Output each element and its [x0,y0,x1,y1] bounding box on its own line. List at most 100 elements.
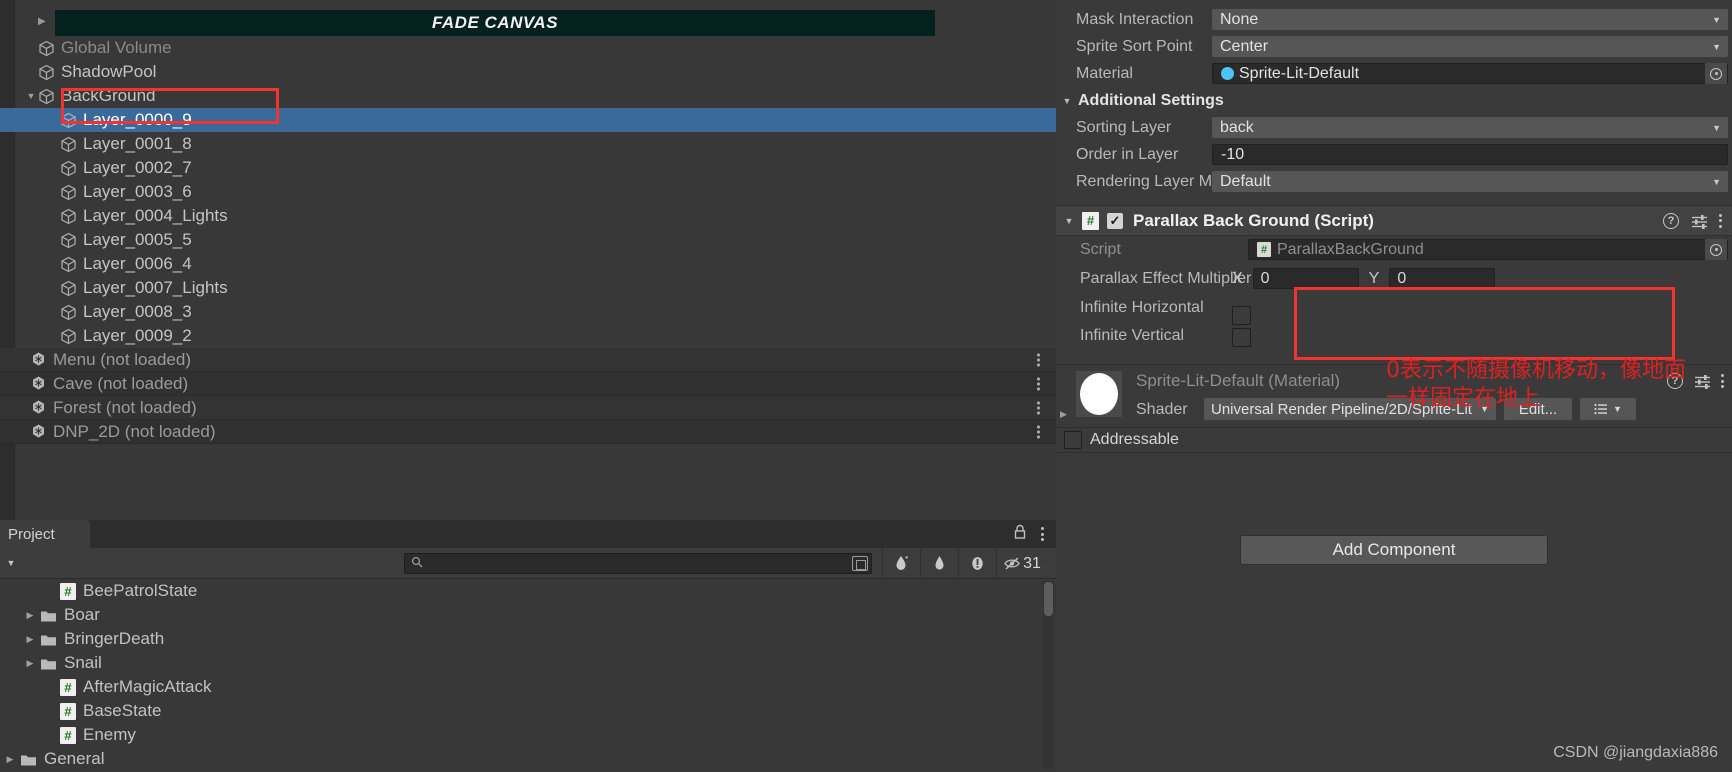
chevron-down-icon[interactable]: ▼ [1056,96,1078,106]
hierarchy-item-label: Layer_0005_5 [83,230,192,249]
chevron-down-icon: ▼ [1712,122,1721,133]
hierarchy-item-label: Layer_0007_Lights [83,278,228,297]
project-item[interactable]: ▶ Snail [0,651,1056,675]
parallax-y-input[interactable]: 0 [1389,268,1496,289]
hierarchy-item[interactable]: BackGround [0,84,1056,108]
filter-warnings-icon[interactable] [958,548,996,579]
field-value: Center [1220,37,1269,55]
parallax-component-header[interactable]: ▼ # ✓ Parallax Back Ground (Script) ? [1056,205,1732,236]
fade-canvas-row[interactable]: ▶ FADE CANVAS [0,6,1056,36]
cube-icon [60,136,77,153]
inspector-row-label: Order in Layer [1076,145,1179,163]
hierarchy-item-label: Global Volume [61,38,172,57]
parallax-x-input[interactable]: 0 [1252,268,1359,289]
chevron-right-icon[interactable]: ▶ [20,610,40,621]
filter-by-type-icon[interactable] [882,548,920,579]
cube-icon [60,184,77,201]
rendering-layer-mask-dropdown[interactable]: Default ▼ [1212,171,1728,192]
scene-options-icon[interactable] [1037,377,1040,390]
project-item[interactable]: ▶ Boar [0,603,1056,627]
unity-scene-icon [30,351,47,368]
lock-icon[interactable] [1013,524,1027,545]
additional-settings-header[interactable]: ▼ Additional Settings [1056,87,1732,114]
hierarchy-item[interactable]: Layer_0001_8 [0,132,1056,156]
tab-project[interactable]: Project [0,520,90,548]
scene-options-icon[interactable] [1037,353,1040,366]
hierarchy-item[interactable]: Layer_0000_9 [0,108,1056,132]
field-value: -10 [1221,145,1245,163]
sprite-sort-point-dropdown[interactable]: Center ▼ [1212,36,1728,57]
addressable-checkbox[interactable] [1064,431,1082,449]
project-item[interactable]: # Enemy [0,723,1056,747]
field-value: Sprite-Lit-Default [1239,64,1360,82]
chevron-right-icon[interactable]: ▶ [20,658,40,669]
component-options-icon[interactable] [1719,213,1722,228]
inspector-row-label: Sprite Sort Point [1076,37,1193,55]
preset-icon[interactable] [1691,214,1707,229]
hierarchy-item-label: Layer_0009_2 [83,326,192,345]
hidden-packages-toggle[interactable]: 31 [996,548,1048,579]
object-picker-button[interactable] [1705,63,1727,84]
filter-by-label-icon[interactable] [920,548,958,579]
scene-label: Forest (not loaded) [53,397,197,417]
unity-scene-icon [30,375,47,392]
project-menu-caret-icon[interactable]: ▼ [0,558,22,568]
infinite-vertical-checkbox[interactable] [1232,328,1251,347]
sorting-layer-dropdown[interactable]: back ▼ [1212,117,1728,138]
hierarchy-item[interactable]: Layer_0004_Lights [0,204,1056,228]
scene-row[interactable]: Cave (not loaded) [0,372,1056,396]
project-scrollbar-thumb[interactable] [1044,582,1053,616]
scene-row[interactable]: DNP_2D (not loaded) [0,420,1056,444]
component-enabled-checkbox[interactable]: ✓ [1107,212,1123,229]
mask-interaction-dropdown[interactable]: None ▼ [1212,9,1728,30]
add-component-button[interactable]: Add Component [1240,535,1548,565]
project-item[interactable]: ▶ General [0,747,1056,771]
project-item-label: AfterMagicAttack [83,677,212,696]
script-object-field[interactable]: # ParallaxBackGround [1248,239,1728,260]
hierarchy-item[interactable]: Layer_0008_3 [0,300,1056,324]
scene-row[interactable]: Menu (not loaded) [0,348,1056,372]
chevron-right-icon[interactable]: ▶ [1060,409,1067,420]
project-item[interactable]: ▶ BringerDeath [0,627,1056,651]
project-item[interactable]: # BeePatrolState [0,579,1056,603]
chevron-right-icon[interactable]: ▶ [0,754,20,765]
order-in-layer-input[interactable]: -10 [1212,144,1728,165]
hierarchy-item[interactable]: Layer_0005_5 [0,228,1056,252]
project-item[interactable]: # AfterMagicAttack [0,675,1056,699]
help-icon[interactable]: ? [1663,212,1679,229]
hierarchy-item[interactable]: Layer_0006_4 [0,252,1056,276]
unity-scene-icon [30,399,47,416]
tab-project-label: Project [8,525,55,543]
cube-icon [60,304,77,321]
chevron-down-icon[interactable] [24,91,38,101]
fade-canvas-banner[interactable]: FADE CANVAS [55,10,935,36]
hierarchy-item[interactable]: Layer_0002_7 [0,156,1056,180]
hierarchy-item[interactable]: ShadowPool [0,60,1056,84]
chevron-right-icon[interactable]: ▶ [20,634,40,645]
cube-icon [60,112,77,129]
folder-icon [40,656,57,670]
search-input[interactable] [404,553,872,574]
chevron-right-icon[interactable]: ▶ [38,16,46,27]
chevron-down-icon[interactable]: ▼ [1056,216,1082,226]
project-options-icon[interactable] [1041,527,1044,541]
scene-options-icon[interactable] [1037,425,1040,438]
scene-row[interactable]: Forest (not loaded) [0,396,1056,420]
project-file-list: # BeePatrolState ▶ Boar ▶ BringerDeath ▶ Snail #… [0,579,1056,772]
material-object-field[interactable]: Sprite-Lit-Default [1212,63,1728,84]
hierarchy-item[interactable]: Layer_0003_6 [0,180,1056,204]
project-item[interactable]: # BaseState [0,699,1056,723]
search-icon [411,556,423,571]
project-scrollbar[interactable] [1043,581,1054,769]
project-tab-icons [1013,520,1044,548]
scene-options-icon[interactable] [1037,401,1040,414]
object-picker-button[interactable] [1705,239,1727,260]
hierarchy-item-label: Layer_0001_8 [83,134,192,153]
hierarchy-item[interactable]: Global Volume [0,36,1056,60]
parallax-multiplier-vector2: X 0 Y 0 [1232,268,1496,289]
hierarchy-item[interactable]: Layer_0007_Lights [0,276,1056,300]
hierarchy-item[interactable]: Layer_0009_2 [0,324,1056,348]
search-subfilter-icon[interactable] [852,556,868,571]
folder-icon [40,632,57,646]
chevron-down-icon: ▼ [1712,41,1721,52]
